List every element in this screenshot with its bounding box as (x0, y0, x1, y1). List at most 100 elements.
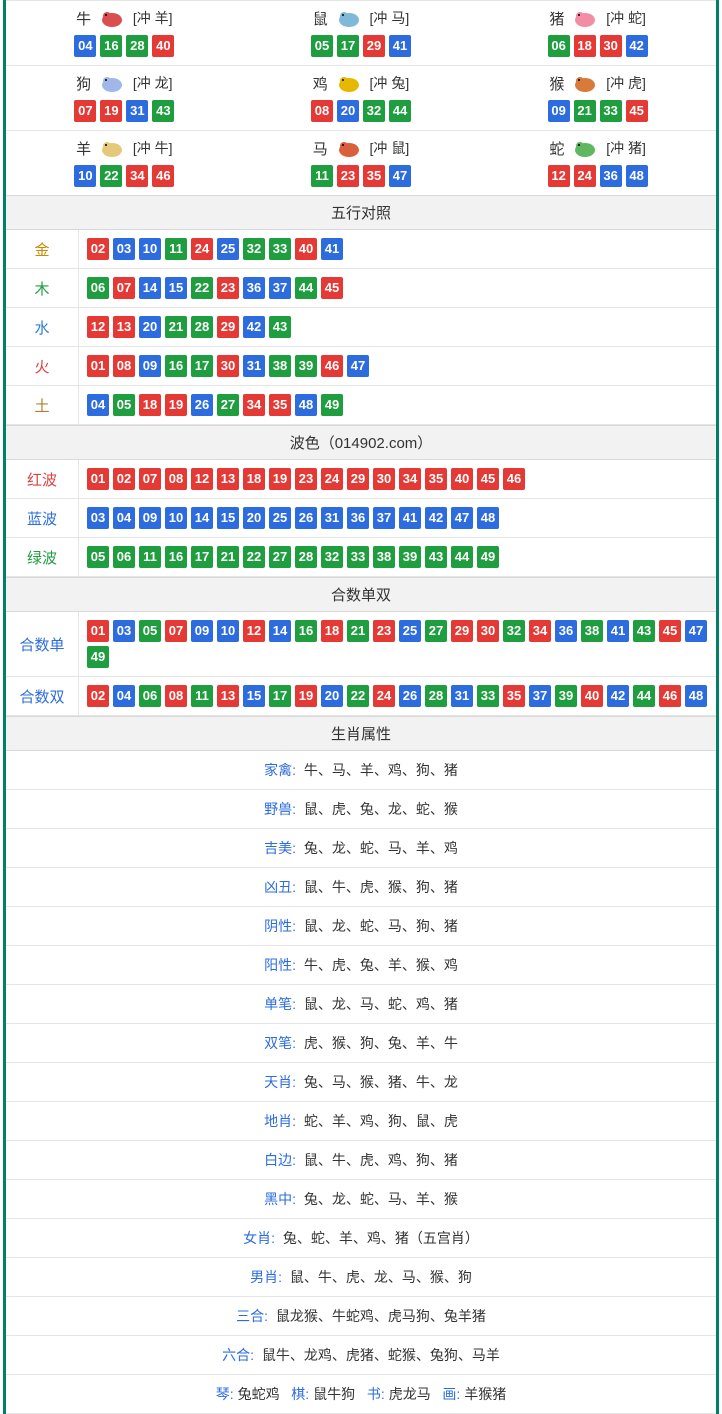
attr-row: 野兽: 鼠、虎、兔、龙、蛇、猴 (6, 790, 716, 829)
number-ball: 35 (269, 394, 291, 416)
number-ball: 22 (100, 165, 122, 187)
number-ball: 48 (685, 685, 707, 707)
number-ball: 21 (574, 100, 596, 122)
zodiac-conflict: [冲 虎] (606, 73, 646, 93)
number-ball: 45 (321, 277, 343, 299)
attr-key: 阳性: (264, 957, 296, 973)
zodiac-conflict: [冲 牛] (133, 138, 173, 158)
zodiac-icon (334, 72, 364, 94)
number-ball: 36 (600, 165, 622, 187)
number-ball: 23 (217, 277, 239, 299)
bottom-row: 琴:兔蛇鸡 棋:鼠牛狗 书:虎龙马 画:羊猴猪 (6, 1375, 716, 1414)
attr-row: 地肖: 蛇、羊、鸡、狗、鼠、虎 (6, 1102, 716, 1141)
number-ball: 37 (529, 685, 551, 707)
number-ball: 36 (347, 507, 369, 529)
bottom-key: 棋: (291, 1386, 309, 1402)
number-ball: 32 (503, 620, 525, 642)
number-ball: 49 (477, 546, 499, 568)
number-ball: 09 (191, 620, 213, 642)
attr-key: 女肖: (243, 1230, 275, 1246)
attr-row: 阴性: 鼠、龙、蛇、马、狗、猪 (6, 907, 716, 946)
number-ball: 41 (607, 620, 629, 642)
number-ball: 03 (113, 238, 135, 260)
number-ball: 23 (295, 468, 317, 490)
number-ball: 33 (269, 238, 291, 260)
number-ball: 24 (321, 468, 343, 490)
attr-key: 阴性: (264, 918, 296, 934)
number-ball: 30 (373, 468, 395, 490)
number-ball: 39 (399, 546, 421, 568)
number-ball: 42 (425, 507, 447, 529)
number-ball: 14 (269, 620, 291, 642)
number-ball: 35 (363, 165, 385, 187)
bottom-key: 画: (442, 1386, 460, 1402)
attr-row: 六合: 鼠牛、龙鸡、虎猪、蛇猴、兔狗、马羊 (6, 1336, 716, 1375)
number-ball: 19 (269, 468, 291, 490)
attr-row: 黑中: 兔、龙、蛇、马、羊、猴 (6, 1180, 716, 1219)
row-key: 木 (6, 269, 79, 308)
number-ball: 18 (574, 35, 596, 57)
attr-key: 地肖: (264, 1113, 296, 1129)
zodiac-icon (97, 7, 127, 29)
zodiac-name: 狗 (76, 73, 91, 94)
attr-row: 凶丑: 鼠、牛、虎、猴、狗、猪 (6, 868, 716, 907)
zodiac-cell: 狗 [冲 龙] 07193143 (6, 65, 243, 130)
zodiac-icon (570, 7, 600, 29)
zodiac-title: 猴 [冲 虎] (483, 72, 712, 94)
number-ball: 43 (152, 100, 174, 122)
row-balls: 0102070812131819232429303435404546 (79, 460, 717, 499)
attr-key: 黑中: (264, 1191, 296, 1207)
bottom-val: 虎龙马 (389, 1386, 431, 1402)
bose-table: 红波 0102070812131819232429303435404546 蓝波… (6, 460, 716, 577)
attr-val: 兔、蛇、羊、鸡、猪（五宫肖） (283, 1230, 479, 1246)
row-key: 金 (6, 230, 79, 269)
number-ball: 25 (399, 620, 421, 642)
number-ball: 15 (243, 685, 265, 707)
attr-val: 牛、虎、兔、羊、猴、鸡 (304, 957, 458, 973)
attr-row: 吉美: 兔、龙、蛇、马、羊、鸡 (6, 829, 716, 868)
number-ball: 34 (399, 468, 421, 490)
number-ball: 10 (217, 620, 239, 642)
number-ball: 16 (295, 620, 317, 642)
number-ball: 32 (321, 546, 343, 568)
zodiac-cell: 猪 [冲 蛇] 06183042 (479, 0, 716, 65)
qqsh-row: 琴:兔蛇鸡 棋:鼠牛狗 书:虎龙马 画:羊猴猪 (6, 1375, 716, 1414)
number-ball: 33 (477, 685, 499, 707)
number-ball: 17 (269, 685, 291, 707)
number-ball: 03 (113, 620, 135, 642)
number-ball: 09 (139, 355, 161, 377)
bottom-val: 兔蛇鸡 (238, 1386, 280, 1402)
number-ball: 15 (165, 277, 187, 299)
zodiac-title: 马 [冲 鼠] (247, 137, 476, 159)
number-ball: 49 (321, 394, 343, 416)
number-ball: 44 (295, 277, 317, 299)
number-ball: 18 (139, 394, 161, 416)
number-ball: 43 (425, 546, 447, 568)
number-ball: 39 (295, 355, 317, 377)
number-ball: 29 (363, 35, 385, 57)
table-row: 土 04051819262734354849 (6, 386, 716, 425)
pig-icon (570, 7, 600, 29)
number-ball: 14 (191, 507, 213, 529)
number-ball: 13 (217, 468, 239, 490)
number-ball: 11 (311, 165, 333, 187)
attr-key: 天肖: (264, 1074, 296, 1090)
page-frame: 牛 [冲 羊] 04162840 鼠 [冲 马] 05172941 猪 [冲 蛇… (3, 0, 719, 1414)
number-ball: 26 (399, 685, 421, 707)
number-ball: 12 (548, 165, 570, 187)
number-ball: 47 (347, 355, 369, 377)
attr-key: 家禽: (264, 762, 296, 778)
number-ball: 06 (113, 546, 135, 568)
attr-row: 阳性: 牛、虎、兔、羊、猴、鸡 (6, 946, 716, 985)
section-attr-header: 生肖属性 (6, 716, 716, 751)
number-ball: 36 (555, 620, 577, 642)
rooster-icon (334, 72, 364, 94)
attr-val: 鼠、龙、蛇、马、狗、猪 (304, 918, 458, 934)
number-ball: 31 (451, 685, 473, 707)
number-ball: 38 (581, 620, 603, 642)
zodiac-icon (97, 137, 127, 159)
attr-val: 鼠牛、龙鸡、虎猪、蛇猴、兔狗、马羊 (262, 1347, 500, 1363)
row-key: 蓝波 (6, 499, 79, 538)
zodiac-name: 猴 (549, 73, 564, 94)
attr-val: 牛、马、羊、鸡、狗、猪 (304, 762, 458, 778)
